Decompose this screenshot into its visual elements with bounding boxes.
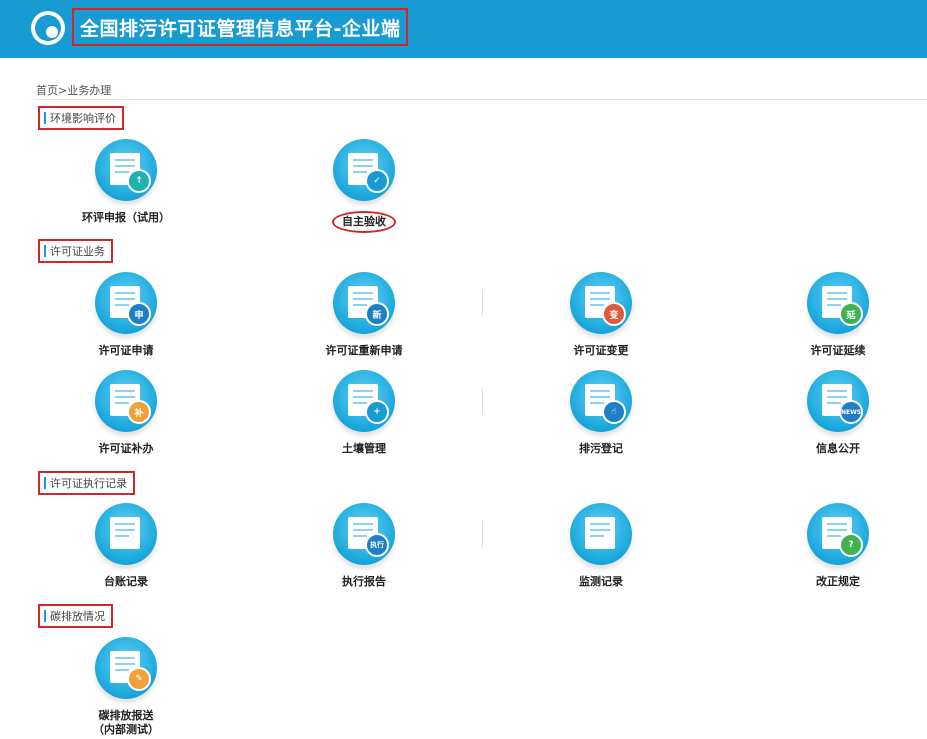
news-icon: NEWS [807, 370, 869, 432]
tile-soil-management[interactable]: + 土壤管理 [284, 370, 444, 456]
tile-permit-reissue-label: 许可证补办 [98, 442, 154, 455]
tile-rectify[interactable]: ? 改正规定 [758, 503, 918, 589]
section-permit-title: 许可证业务 [38, 239, 113, 263]
tile-permit-renew-label: 许可证重新申请 [325, 344, 403, 357]
tile-self-acceptance-label: 自主验收 [332, 211, 396, 233]
section-permit-label: 许可证业务 [50, 245, 105, 258]
permit-apply-icon: 申 [95, 272, 157, 334]
permit-reissue-icon: 补 [95, 370, 157, 432]
ledger-icon [95, 503, 157, 565]
column-divider [482, 290, 483, 316]
tile-permit-change[interactable]: 变 许可证变更 [521, 272, 681, 358]
tile-carbon-report-sublabel: （内部测试） [93, 723, 159, 736]
tile-permit-apply-label: 许可证申请 [98, 344, 154, 357]
checklist-icon: ✓ [333, 139, 395, 201]
tile-eia-report[interactable]: ↑ 环评申报（试用） [46, 139, 206, 225]
tile-rectify-label: 改正规定 [816, 575, 860, 588]
tile-monitor-record-label: 监测记录 [579, 575, 623, 588]
tile-eia-report-label: 环评申报（试用） [82, 211, 170, 224]
tile-exec-report-label: 执行报告 [342, 575, 386, 588]
tile-pollution-registration-label: 排污登记 [579, 442, 623, 455]
tile-self-acceptance[interactable]: ✓ 自主验收 [284, 139, 444, 233]
column-divider [482, 521, 483, 547]
registration-card-icon: ☝ [570, 370, 632, 432]
section-exec-title: 许可证执行记录 [38, 471, 135, 495]
tile-permit-reissue[interactable]: 补 许可证补办 [46, 370, 206, 456]
ministry-logo [31, 11, 65, 45]
tile-carbon-report-label: 碳排放报送 [98, 709, 154, 722]
section-exec-label: 许可证执行记录 [50, 477, 127, 490]
tile-permit-apply[interactable]: 申 许可证申请 [46, 272, 206, 358]
permit-change-icon: 变 [570, 272, 632, 334]
tile-ledger-record[interactable]: 台账记录 [46, 503, 206, 589]
tile-soil-management-label: 土壤管理 [342, 442, 386, 455]
tile-permit-extend[interactable]: 延 许可证延续 [758, 272, 918, 358]
divider [36, 99, 927, 100]
carbon-report-icon: ✎ [95, 637, 157, 699]
section-eia-label: 环境影响评价 [50, 112, 116, 125]
question-doc-icon: ? [807, 503, 869, 565]
section-eia-title: 环境影响评价 [38, 106, 124, 130]
app-title: 全国排污许可证管理信息平台-企业端 [80, 17, 401, 40]
section-carbon-label: 碳排放情况 [50, 610, 105, 623]
app-header: 全国排污许可证管理信息平台-企业端 [0, 0, 927, 58]
tile-permit-change-label: 许可证变更 [573, 344, 629, 357]
permit-extend-icon: 延 [807, 272, 869, 334]
breadcrumb[interactable]: 首页>业务办理 [36, 82, 111, 98]
title-highlight: 全国排污许可证管理信息平台-企业端 [72, 8, 409, 46]
tile-carbon-report[interactable]: ✎ 碳排放报送 （内部测试） [46, 637, 206, 737]
column-divider [482, 388, 483, 414]
tile-info-public-label: 信息公开 [816, 442, 860, 455]
permit-renew-icon: 新 [333, 272, 395, 334]
section-carbon-title: 碳排放情况 [38, 604, 113, 628]
clipboard-icon: + [333, 370, 395, 432]
monitor-chart-icon [570, 503, 632, 565]
tile-monitor-record[interactable]: 监测记录 [521, 503, 681, 589]
tile-permit-extend-label: 许可证延续 [810, 344, 866, 357]
tile-info-public[interactable]: NEWS 信息公开 [758, 370, 918, 456]
tile-ledger-record-label: 台账记录 [104, 575, 148, 588]
exec-report-icon: 执行 [333, 503, 395, 565]
tile-exec-report[interactable]: 执行 执行报告 [284, 503, 444, 589]
tile-permit-renew[interactable]: 新 许可证重新申请 [284, 272, 444, 358]
tile-pollution-registration[interactable]: ☝ 排污登记 [521, 370, 681, 456]
eia-report-icon: ↑ [95, 139, 157, 201]
